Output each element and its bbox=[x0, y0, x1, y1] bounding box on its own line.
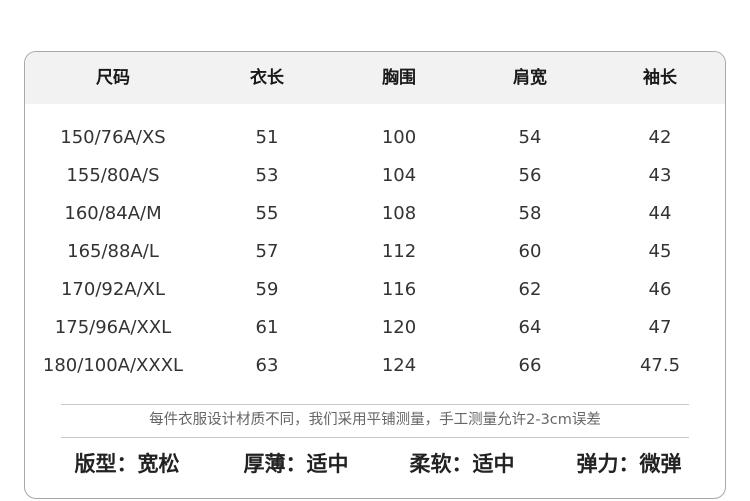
cell-size: 165/88A/L bbox=[67, 241, 159, 262]
cell-sleeve: 43 bbox=[648, 165, 672, 186]
attribute-label: 版型： bbox=[74, 452, 138, 476]
attribute-elasticity: 弹力：微弹 bbox=[544, 444, 714, 484]
cell-size: 175/96A/XXL bbox=[54, 317, 172, 338]
header-shoulder: 肩宽 bbox=[513, 68, 547, 88]
attribute-label: 厚薄： bbox=[243, 452, 307, 476]
attribute-softness: 柔软：适中 bbox=[377, 444, 547, 484]
attribute-thickness: 厚薄：适中 bbox=[211, 444, 381, 484]
table-row: 180/100A/XXXL 63 124 66 47.5 bbox=[25, 347, 725, 385]
attribute-label: 柔软： bbox=[409, 452, 473, 476]
attribute-value: 适中 bbox=[472, 452, 515, 476]
table-row: 150/76A/XS 51 100 54 42 bbox=[25, 119, 725, 157]
header-sleeve: 袖长 bbox=[643, 68, 677, 88]
header-size: 尺码 bbox=[96, 68, 130, 88]
cell-sleeve: 47 bbox=[648, 317, 672, 338]
cell-sleeve: 44 bbox=[648, 203, 672, 224]
measurement-note: 每件衣服设计材质不同，我们采用平铺测量，手工测量允许2-3cm误差 bbox=[149, 412, 601, 428]
attribute-value: 适中 bbox=[306, 452, 349, 476]
table-row: 155/80A/S 53 104 56 43 bbox=[25, 157, 725, 195]
attribute-value: 微弹 bbox=[639, 452, 682, 476]
header-chest: 胸围 bbox=[382, 68, 416, 88]
cell-size: 150/76A/XS bbox=[60, 127, 166, 148]
cell-size: 155/80A/S bbox=[66, 165, 160, 186]
fabric-attributes: 版型：宽松 厚薄：适中 柔软：适中 弹力：微弹 bbox=[25, 444, 725, 484]
attribute-label: 弹力： bbox=[576, 452, 640, 476]
attribute-fit: 版型：宽松 bbox=[42, 444, 212, 484]
cell-sleeve: 45 bbox=[648, 241, 672, 262]
table-row: 165/88A/L 57 112 60 45 bbox=[25, 233, 725, 271]
cell-sleeve: 46 bbox=[648, 279, 672, 300]
table-row: 170/92A/XL 59 116 62 46 bbox=[25, 271, 725, 309]
table-row: 160/84A/M 55 108 58 44 bbox=[25, 195, 725, 233]
cell-size: 180/100A/XXXL bbox=[42, 355, 184, 376]
table-header: 尺码 衣长 胸围 肩宽 袖长 bbox=[25, 52, 725, 104]
header-length: 衣长 bbox=[250, 68, 284, 88]
cell-sleeve: 47.5 bbox=[639, 355, 681, 376]
note-bottom-divider bbox=[61, 437, 689, 438]
table-row: 175/96A/XXL 61 120 64 47 bbox=[25, 309, 725, 347]
cell-size: 160/84A/M bbox=[64, 203, 162, 224]
cell-sleeve: 42 bbox=[648, 127, 672, 148]
attribute-value: 宽松 bbox=[137, 452, 180, 476]
cell-size: 170/92A/XL bbox=[60, 279, 166, 300]
size-chart-card: 尺码 衣长 胸围 肩宽 袖长 150/76A/XS 51 100 54 42 1… bbox=[24, 51, 726, 499]
